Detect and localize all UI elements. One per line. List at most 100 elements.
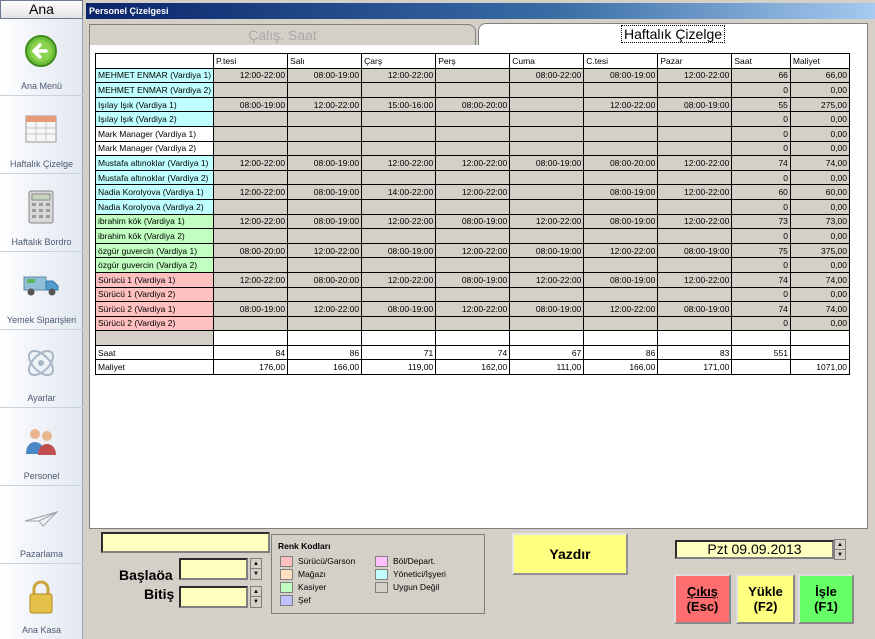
shift-cell[interactable]: 08:00-19:00	[583, 67, 659, 84]
shift-cell[interactable]	[435, 140, 511, 157]
shift-cell[interactable]	[213, 169, 289, 186]
shift-cell[interactable]	[583, 82, 659, 98]
shift-cell[interactable]	[213, 228, 289, 244]
shift-cell[interactable]	[435, 198, 511, 215]
shift-cell[interactable]: 12:00-22:00	[361, 155, 437, 171]
shift-cell[interactable]	[435, 257, 511, 273]
shift-cell[interactable]	[509, 125, 585, 142]
shift-cell[interactable]: 08:00-20:00	[287, 271, 363, 288]
shift-cell[interactable]: 08:00-19:00	[287, 213, 363, 230]
shift-cell[interactable]	[361, 169, 437, 186]
shift-cell[interactable]: 08:00-19:00	[657, 96, 733, 113]
print-button[interactable]: Yazdır	[512, 533, 628, 575]
shift-cell[interactable]: 08:00-19:00	[287, 67, 363, 84]
shift-cell[interactable]	[361, 257, 437, 273]
shift-cell[interactable]: 08:00-19:00	[509, 301, 585, 317]
shift-cell[interactable]	[583, 257, 659, 273]
shift-cell[interactable]: 08:00-19:00	[361, 301, 437, 317]
shift-cell[interactable]: 12:00-22:00	[435, 301, 511, 317]
shift-cell[interactable]	[509, 184, 585, 200]
employee-name-cell[interactable]: Sürücü 2 (Vardiya 1)	[94, 301, 215, 317]
shift-cell[interactable]	[509, 286, 585, 303]
shift-cell[interactable]: 08:00-20:00	[583, 155, 659, 171]
tab-haftalik-cizelge[interactable]: Haftalık Çizelge	[478, 23, 868, 46]
shift-cell[interactable]	[583, 315, 659, 332]
shift-cell[interactable]	[583, 140, 659, 157]
shift-cell[interactable]: 08:00-20:00	[435, 96, 511, 113]
name-input[interactable]	[101, 532, 270, 553]
shift-cell[interactable]: 12:00-22:00	[287, 96, 363, 113]
shift-cell[interactable]	[509, 140, 585, 157]
shift-cell[interactable]: 12:00-22:00	[361, 213, 437, 230]
shift-cell[interactable]	[509, 82, 585, 98]
shift-cell[interactable]	[509, 198, 585, 215]
shift-cell[interactable]	[657, 315, 733, 332]
date-spinner[interactable]: ▲ ▼	[834, 539, 846, 560]
shift-cell[interactable]: 12:00-22:00	[213, 67, 289, 84]
shift-cell[interactable]: 08:00-19:00	[435, 271, 511, 288]
spin-up-icon[interactable]: ▲	[835, 540, 845, 550]
shift-cell[interactable]	[657, 257, 733, 273]
employee-name-cell[interactable]: Sürücü 1 (Vardiya 1)	[94, 271, 215, 288]
shift-cell[interactable]	[509, 257, 585, 273]
shift-cell[interactable]	[213, 82, 289, 98]
shift-cell[interactable]: 08:00-20:00	[213, 242, 289, 259]
shift-cell[interactable]	[583, 228, 659, 244]
shift-cell[interactable]	[435, 286, 511, 303]
shift-cell[interactable]	[361, 140, 437, 157]
shift-cell[interactable]: 12:00-22:00	[657, 213, 733, 230]
shift-cell[interactable]: 12:00-22:00	[213, 213, 289, 230]
shift-cell[interactable]: 08:00-19:00	[435, 213, 511, 230]
shift-cell[interactable]: 08:00-19:00	[657, 301, 733, 317]
shift-cell[interactable]	[213, 198, 289, 215]
shift-cell[interactable]	[213, 125, 289, 142]
shift-cell[interactable]	[213, 140, 289, 157]
shift-cell[interactable]: 08:00-19:00	[361, 242, 437, 259]
shift-cell[interactable]	[361, 125, 437, 142]
shift-cell[interactable]	[657, 140, 733, 157]
shift-cell[interactable]	[213, 111, 289, 127]
shift-cell[interactable]: 08:00-19:00	[657, 242, 733, 259]
shift-cell[interactable]: 12:00-22:00	[435, 184, 511, 200]
spin-down-icon[interactable]: ▼	[251, 569, 261, 579]
spin-up-icon[interactable]: ▲	[251, 559, 261, 569]
shift-cell[interactable]	[287, 228, 363, 244]
shift-cell[interactable]	[583, 111, 659, 127]
shift-cell[interactable]: 12:00-22:00	[657, 184, 733, 200]
shift-cell[interactable]	[287, 257, 363, 273]
shift-cell[interactable]	[213, 315, 289, 332]
shift-cell[interactable]	[435, 169, 511, 186]
employee-name-cell[interactable]: özgür guvercin (Vardiya 2)	[94, 257, 215, 273]
shift-cell[interactable]	[361, 111, 437, 127]
shift-cell[interactable]	[657, 111, 733, 127]
shift-cell[interactable]	[287, 198, 363, 215]
shift-cell[interactable]	[287, 140, 363, 157]
exit-button[interactable]: Çıkış (Esc)	[674, 574, 731, 624]
shift-cell[interactable]: 12:00-22:00	[657, 271, 733, 288]
shift-cell[interactable]: 08:00-19:00	[213, 301, 289, 317]
employee-name-cell[interactable]: MEHMET ENMAR (Vardiya 2)	[94, 82, 215, 98]
shift-cell[interactable]	[287, 315, 363, 332]
nav-personel[interactable]: Personel	[0, 410, 83, 486]
shift-cell[interactable]	[287, 82, 363, 98]
employee-name-cell[interactable]: ibrahim kök (Vardiya 1)	[94, 213, 215, 230]
shift-cell[interactable]	[435, 315, 511, 332]
shift-cell[interactable]	[361, 198, 437, 215]
shift-cell[interactable]	[583, 198, 659, 215]
shift-cell[interactable]	[583, 286, 659, 303]
nav-pazarlama[interactable]: Pazarlama	[0, 488, 83, 564]
nav-haftalik-cizelge[interactable]: Haftalık Çizelge	[0, 98, 83, 174]
shift-cell[interactable]: 08:00-19:00	[287, 155, 363, 171]
shift-cell[interactable]: 12:00-22:00	[583, 301, 659, 317]
shift-cell[interactable]	[435, 228, 511, 244]
shift-cell[interactable]	[509, 169, 585, 186]
shift-cell[interactable]: 12:00-22:00	[435, 242, 511, 259]
employee-name-cell[interactable]: Sürücü 1 (Vardiya 2)	[94, 286, 215, 303]
shift-cell[interactable]	[657, 198, 733, 215]
shift-cell[interactable]: 12:00-22:00	[583, 96, 659, 113]
shift-cell[interactable]: 12:00-22:00	[435, 155, 511, 171]
shift-cell[interactable]	[583, 169, 659, 186]
shift-cell[interactable]: 08:00-19:00	[583, 184, 659, 200]
shift-cell[interactable]	[213, 286, 289, 303]
shift-cell[interactable]: 15:00-16:00	[361, 96, 437, 113]
